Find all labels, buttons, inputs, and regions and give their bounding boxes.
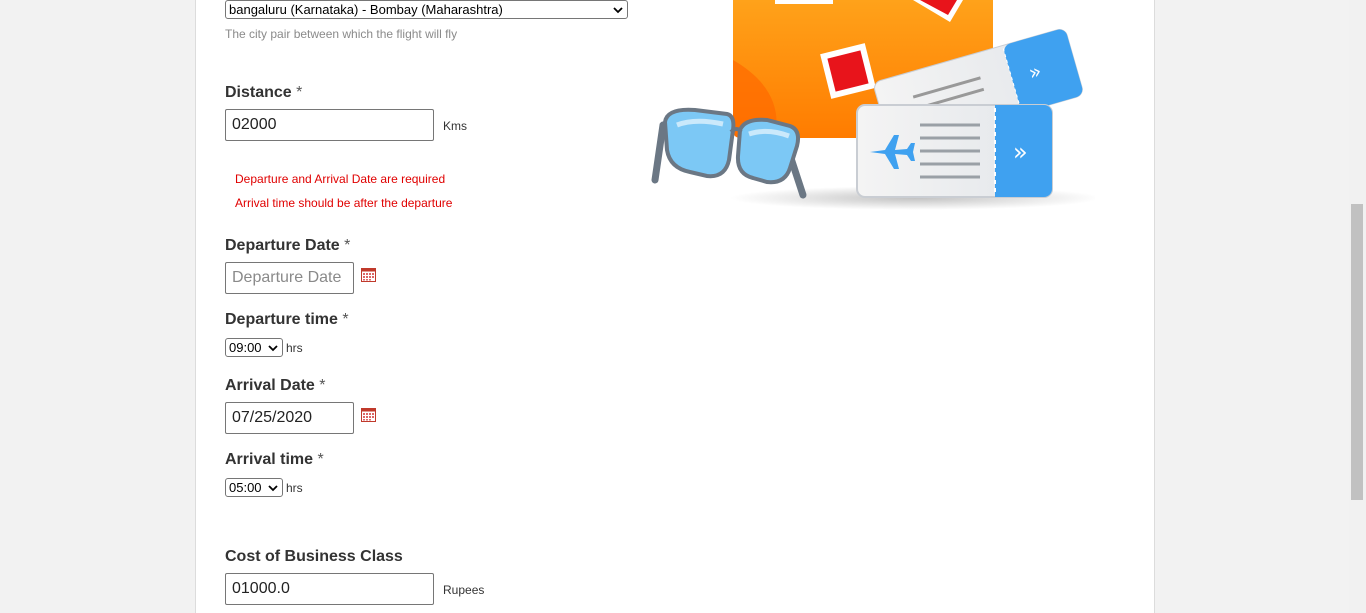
distance-unit: Kms (443, 119, 467, 133)
departure-date-input[interactable] (225, 262, 354, 294)
required-mark: * (342, 311, 349, 328)
arrival-date-input[interactable] (225, 402, 354, 434)
scrollbar-thumb[interactable] (1351, 204, 1363, 500)
arrival-time-unit: hrs (286, 481, 303, 495)
error-message-time: Arrival time should be after the departu… (235, 196, 453, 210)
ticket-front-image: » (856, 104, 1053, 198)
calendar-icon[interactable] (361, 268, 376, 282)
route-hint: The city pair between which the flight w… (225, 27, 458, 41)
required-mark: * (296, 84, 303, 101)
calendar-icon[interactable] (361, 408, 376, 422)
chevron-down-icon (268, 484, 278, 491)
distance-input[interactable] (225, 109, 434, 141)
departure-date-label: Departure Date * (225, 237, 351, 254)
sunglasses-image (651, 107, 807, 199)
route-select[interactable]: bangaluru (Karnataka) - Bombay (Maharash… (225, 0, 628, 19)
chevron-down-icon (268, 344, 278, 351)
chevron-down-icon (613, 6, 623, 13)
departure-time-select[interactable]: 09:00 (225, 338, 283, 357)
svg-text:»: » (1013, 138, 1028, 166)
departure-time-unit: hrs (286, 341, 303, 355)
arrival-time-select[interactable]: 05:00 (225, 478, 283, 497)
business-cost-unit: Rupees (443, 583, 485, 597)
page-scrollbar[interactable] (1349, 0, 1366, 613)
distance-label: Distance * (225, 84, 303, 101)
route-select-value: bangaluru (Karnataka) - Bombay (Maharash… (229, 2, 503, 17)
travel-illustration: » » (651, 0, 1095, 210)
required-mark: * (319, 377, 326, 394)
business-cost-input[interactable] (225, 573, 434, 605)
required-mark: * (344, 237, 351, 254)
arrival-time-value: 05:00 (229, 480, 262, 495)
business-cost-label: Cost of Business Class (225, 548, 403, 565)
arrival-time-label: Arrival time * (225, 451, 324, 468)
required-mark: * (317, 451, 324, 468)
departure-time-value: 09:00 (229, 340, 262, 355)
departure-time-label: Departure time * (225, 311, 349, 328)
arrival-date-label: Arrival Date * (225, 377, 326, 394)
error-message-dates: Departure and Arrival Date are required (235, 172, 446, 186)
